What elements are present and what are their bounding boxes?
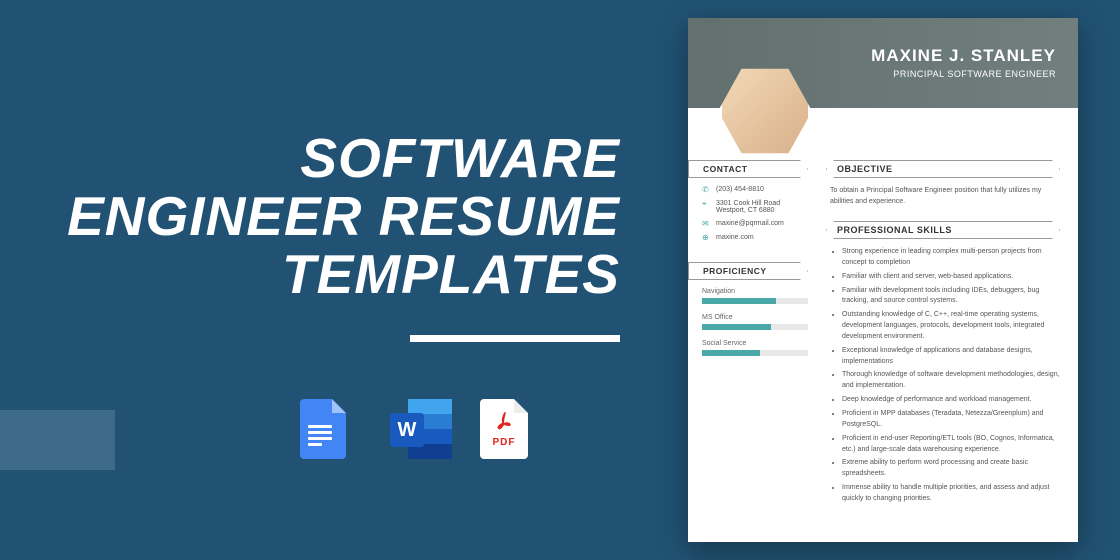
section-header-proficiency: PROFICIENCY xyxy=(688,262,808,280)
phone-icon: ✆ xyxy=(702,186,710,194)
skill-item: Immense ability to handle multiple prior… xyxy=(842,483,1060,505)
skill-item: Proficient in MPP databases (Teradata, N… xyxy=(842,409,1060,431)
skill-item: Strong experience in leading complex mul… xyxy=(842,247,1060,269)
contact-address: ⌖3301 Cook Hill Road Westport, CT 6880 xyxy=(702,200,808,214)
proficiency-bar xyxy=(702,298,808,304)
headline-line-3: TEMPLATES xyxy=(60,246,620,304)
skill-item: Familiar with client and server, web-bas… xyxy=(842,272,1060,283)
resume-job-title: PRINCIPAL SOFTWARE ENGINEER xyxy=(871,69,1056,79)
resume-right-column: OBJECTIVE To obtain a Principal Software… xyxy=(818,160,1078,508)
headline-underline xyxy=(410,335,620,342)
location-icon: ⌖ xyxy=(702,200,710,208)
contact-phone: ✆(203) 454-8810 xyxy=(702,186,808,194)
proficiency-label: Navigation xyxy=(702,288,808,295)
skill-item: Outstanding knowledge of C, C++, real-ti… xyxy=(842,310,1060,343)
page-headline: SOFTWARE ENGINEER RESUME TEMPLATES xyxy=(60,130,620,303)
section-header-skills: PROFESSIONAL SKILLS xyxy=(826,221,1060,239)
format-icons-row: W PDF xyxy=(300,395,540,463)
skill-item: Familiar with development tools includin… xyxy=(842,286,1060,308)
pdf-label: PDF xyxy=(493,437,516,448)
objective-text: To obtain a Principal Software Engineer … xyxy=(826,186,1060,207)
proficiency-bar xyxy=(702,324,808,330)
globe-icon: ⊕ xyxy=(702,234,710,242)
email-icon: ✉ xyxy=(702,220,710,228)
skills-list: Strong experience in leading complex mul… xyxy=(826,247,1060,505)
section-header-objective: OBJECTIVE xyxy=(826,160,1060,178)
skill-item: Deep knowledge of performance and worklo… xyxy=(842,395,1060,406)
resume-name: MAXINE J. STANLEY xyxy=(871,46,1056,66)
word-letter: W xyxy=(390,413,424,447)
adobe-pdf-logo-icon xyxy=(493,411,515,433)
proficiency-label: MS Office xyxy=(702,314,808,321)
contact-email: ✉maxine@pqrmail.com xyxy=(702,220,808,228)
proficiency-item: Social Service xyxy=(702,340,808,356)
proficiency-bar xyxy=(702,350,808,356)
decorative-accent-bar xyxy=(0,410,115,470)
skill-item: Thorough knowledge of software developme… xyxy=(842,370,1060,392)
pdf-icon: PDF xyxy=(480,395,540,463)
skill-item: Extreme ability to perform word processi… xyxy=(842,458,1060,480)
proficiency-item: Navigation xyxy=(702,288,808,304)
skill-item: Proficient in end-user Reporting/ETL too… xyxy=(842,434,1060,456)
proficiency-item: MS Office xyxy=(702,314,808,330)
contact-web: ⊕maxine.com xyxy=(702,234,808,242)
resume-left-column: CONTACT ✆(203) 454-8810 ⌖3301 Cook Hill … xyxy=(688,160,818,508)
skill-item: Exceptional knowledge of applications an… xyxy=(842,346,1060,368)
headline-line-1: SOFTWARE xyxy=(60,130,620,188)
section-header-contact: CONTACT xyxy=(688,160,808,178)
headline-line-2: ENGINEER RESUME xyxy=(60,188,620,246)
resume-preview: MAXINE J. STANLEY PRINCIPAL SOFTWARE ENG… xyxy=(688,18,1078,542)
google-docs-icon xyxy=(300,395,360,463)
ms-word-icon: W xyxy=(390,395,450,463)
proficiency-label: Social Service xyxy=(702,340,808,347)
